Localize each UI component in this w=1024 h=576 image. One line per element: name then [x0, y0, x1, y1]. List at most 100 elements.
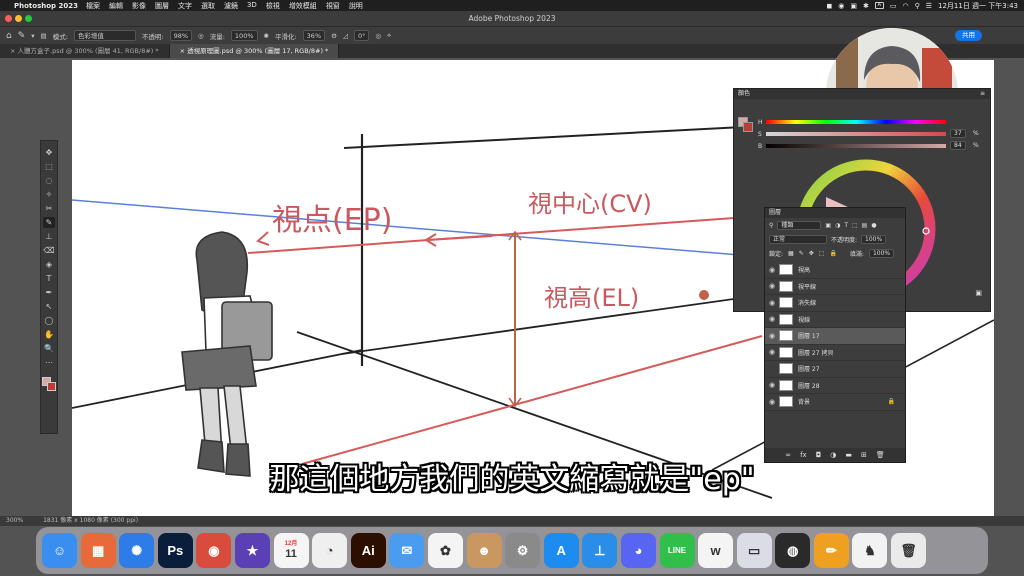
layer-row[interactable]: ◉ 視平線	[765, 279, 905, 295]
menu-item[interactable]: 濾鏡	[224, 1, 238, 11]
blend-mode-select[interactable]: 正常	[769, 234, 827, 244]
background-swatch[interactable]	[743, 122, 753, 132]
tool-button[interactable]: ◈	[43, 259, 55, 270]
hue-slider[interactable]	[766, 120, 946, 124]
symmetry-icon[interactable]: ⟡	[387, 31, 391, 40]
contacts-icon[interactable]: ☻	[466, 533, 502, 568]
layer-row[interactable]: ◉ 圖層 27 拷貝	[765, 345, 905, 361]
menu-item[interactable]: 編輯	[109, 1, 123, 11]
visibility-eye-icon[interactable]: ◉	[765, 299, 779, 307]
tool-button[interactable]: ✒	[43, 287, 55, 298]
menu-item[interactable]: 增效模組	[289, 1, 317, 11]
search-icon[interactable]: ⚲	[915, 2, 920, 10]
visibility-eye-icon[interactable]: ◉	[765, 348, 779, 356]
visibility-eye-icon[interactable]: ◉	[765, 332, 779, 340]
tool-button[interactable]: ✎	[43, 217, 55, 228]
brush-size-picker[interactable]: ▾	[31, 32, 34, 40]
lock-transparency-icon[interactable]: ▦	[788, 250, 794, 257]
filter-search-icon[interactable]: ⚲	[769, 222, 773, 229]
photos-icon[interactable]: ✿	[427, 533, 463, 568]
layer-row[interactable]: ◉ 視線	[765, 312, 905, 328]
saturation-slider[interactable]	[766, 132, 946, 136]
color-panel-options-icon[interactable]: ▣	[975, 289, 982, 297]
mail-icon[interactable]: ✉	[389, 533, 425, 568]
app-menu[interactable]: Photoshop 2023	[14, 2, 78, 10]
menu-item[interactable]: 文字	[178, 1, 192, 11]
close-tab-icon[interactable]: ×	[10, 47, 18, 55]
word-app-icon[interactable]: w	[698, 533, 734, 568]
opacity-input[interactable]: 98%	[169, 30, 193, 41]
visibility-eye-icon[interactable]: ◉	[765, 282, 779, 290]
angle-icon[interactable]: ◿	[343, 32, 348, 40]
calendar-icon[interactable]: 12月 11	[273, 533, 309, 568]
chrome-status-icon[interactable]: ◉	[838, 2, 844, 10]
control-center-icon[interactable]: ☰	[926, 2, 932, 10]
zoom-window-button[interactable]	[25, 15, 32, 22]
photoshop-icon[interactable]: Ps	[157, 533, 193, 568]
finder-icon[interactable]: ☺	[42, 533, 77, 568]
bluetooth-icon[interactable]: ✱	[863, 2, 869, 10]
visibility-eye-icon[interactable]: ◉	[765, 315, 779, 323]
airbrush-icon[interactable]: ✺	[264, 32, 269, 40]
brightness-slider[interactable]	[766, 144, 946, 148]
mode-select[interactable]: 色彩增值	[73, 30, 136, 41]
menu-item[interactable]: 圖層	[155, 1, 169, 11]
filter-toggle-icon[interactable]: ●	[871, 222, 876, 229]
lock-artboard-icon[interactable]: ⬚	[819, 250, 825, 257]
visibility-eye-icon[interactable]: ◉	[765, 398, 779, 406]
layer-row[interactable]: 圖層 27	[765, 361, 905, 378]
safari-icon[interactable]: ✺	[119, 533, 155, 568]
lock-paint-icon[interactable]: ✎	[799, 250, 804, 257]
lock-all-icon[interactable]: 🔒	[829, 250, 836, 257]
tool-button[interactable]: ✂	[43, 203, 55, 214]
zoom-level[interactable]: 300%	[6, 517, 23, 524]
launchpad-icon[interactable]: ▦	[80, 533, 116, 568]
notes-pencil-icon[interactable]: ✏	[813, 533, 849, 568]
preview-icon[interactable]: ▭	[736, 533, 772, 568]
angle-input[interactable]: 0°	[353, 30, 370, 41]
close-window-button[interactable]	[5, 15, 12, 22]
tool-button[interactable]: ◯	[43, 315, 55, 326]
tool-button[interactable]: ⋯	[43, 357, 55, 368]
smoothing-input[interactable]: 36%	[302, 30, 326, 41]
flow-input[interactable]: 100%	[230, 30, 258, 41]
system-settings-icon[interactable]: ⚙	[505, 533, 541, 568]
battery-icon[interactable]: ▭	[890, 2, 897, 10]
filter-pixel-icon[interactable]: ▣	[825, 222, 831, 229]
document-tab[interactable]: × 透視原理圖.psd @ 300% (圖層 17, RGB/8#) *	[169, 44, 340, 58]
brush-settings-icon[interactable]: ▤	[41, 32, 47, 40]
visibility-eye-icon[interactable]: ◉	[765, 266, 779, 274]
filter-adjust-icon[interactable]: ◑	[835, 222, 840, 229]
foreground-background-swatches[interactable]	[42, 377, 56, 391]
s-value[interactable]: 37	[950, 129, 966, 138]
input-method-icon[interactable]: A	[874, 2, 884, 9]
line-icon[interactable]: LINE	[659, 533, 695, 568]
tool-button[interactable]: ✥	[43, 147, 55, 158]
tool-button[interactable]: ⌫	[43, 245, 55, 256]
visibility-eye-icon[interactable]: ◉	[765, 381, 779, 389]
camera-icon[interactable]: ◼	[826, 2, 832, 10]
keynote-icon[interactable]: ⊥	[582, 533, 618, 568]
discord-icon[interactable]: ◕	[620, 533, 656, 568]
tool-button[interactable]: ✧	[43, 189, 55, 200]
obs-icon[interactable]: ◍	[775, 533, 811, 568]
app-store-icon[interactable]: A	[543, 533, 579, 568]
menu-item[interactable]: 檢視	[266, 1, 280, 11]
pressure-size-icon[interactable]: ◎	[375, 32, 381, 40]
menu-item[interactable]: 選取	[201, 1, 215, 11]
tool-button[interactable]: ↖	[43, 301, 55, 312]
tool-button[interactable]: ⬚	[43, 161, 55, 172]
illustrator-icon[interactable]: Ai	[350, 533, 386, 568]
tool-button[interactable]: ⊥	[43, 231, 55, 242]
lock-move-icon[interactable]: ✥	[809, 250, 814, 257]
layer-row[interactable]: ◉ 背景 🔒	[765, 394, 905, 411]
pressure-opacity-icon[interactable]: ◎	[198, 32, 204, 40]
layer-row[interactable]: ◉ 圖層 17	[765, 328, 905, 345]
document-tab[interactable]: × 人體方盒子.psd @ 300% (圖層 41, RGB/8#) *	[0, 44, 170, 58]
panel-menu-icon[interactable]: ≡	[980, 90, 985, 97]
home-icon[interactable]: ⌂	[6, 31, 12, 41]
menu-item[interactable]: 影像	[132, 1, 146, 11]
android-studio-icon[interactable]: ♞	[852, 533, 888, 568]
tool-button[interactable]: T	[43, 273, 55, 284]
minimize-window-button[interactable]	[15, 15, 22, 22]
